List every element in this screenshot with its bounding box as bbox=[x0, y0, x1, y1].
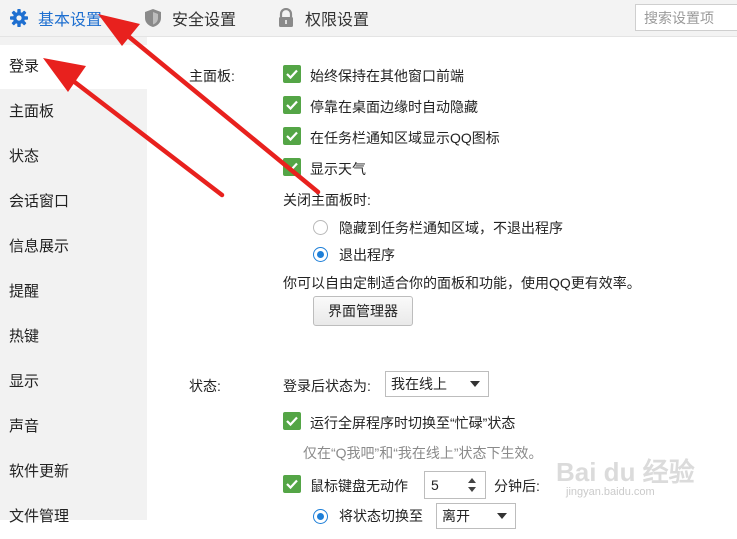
check-icon bbox=[286, 69, 298, 80]
checkbox-idle[interactable] bbox=[283, 475, 301, 493]
top-tab-bar: 基本设置 安全设置 权限设置 bbox=[0, 0, 737, 37]
sidebar-item-hotkeys[interactable]: 热键 bbox=[0, 315, 147, 359]
checkbox-label: 显示天气 bbox=[310, 161, 366, 177]
lock-icon bbox=[275, 7, 297, 29]
tab-label: 基本设置 bbox=[38, 12, 103, 29]
switch-status-select[interactable]: 离开 bbox=[436, 503, 516, 529]
baidu-watermark: Bai du 经验 bbox=[556, 457, 695, 487]
checkbox-show-weather[interactable] bbox=[283, 158, 301, 176]
sidebar: 登录 主面板 状态 会话窗口 信息展示 提醒 热键 显示 声音 软件更新 文件管… bbox=[0, 37, 147, 525]
checkbox-tray-icon[interactable] bbox=[283, 127, 301, 145]
checkbox-label: 始终保持在其他窗口前端 bbox=[310, 68, 464, 84]
baidu-watermark-url: jingyan.baidu.com bbox=[566, 486, 655, 498]
check-icon bbox=[286, 162, 298, 173]
check-icon bbox=[286, 100, 298, 111]
checkbox-auto-hide[interactable] bbox=[283, 96, 301, 114]
checkbox-always-on-top[interactable] bbox=[283, 65, 301, 83]
radio-hide-to-tray[interactable] bbox=[313, 220, 328, 235]
radio-label: 退出程序 bbox=[339, 247, 395, 263]
interface-manager-button[interactable]: 界面管理器 bbox=[313, 296, 413, 326]
sidebar-item-reminder[interactable]: 提醒 bbox=[0, 270, 147, 314]
chevron-down-icon bbox=[497, 513, 507, 519]
sidebar-item-chat-window[interactable]: 会话窗口 bbox=[0, 180, 147, 224]
check-icon bbox=[286, 479, 298, 490]
radio-exit-program[interactable] bbox=[313, 247, 328, 262]
checkbox-label: 鼠标键盘无动作 bbox=[310, 478, 408, 494]
shield-icon bbox=[142, 7, 164, 29]
check-icon bbox=[286, 131, 298, 142]
customize-description: 你可以自由定制适合你的面板和功能，使用QQ更有效率。 bbox=[283, 275, 641, 291]
check-icon bbox=[286, 416, 298, 427]
sidebar-item-file-management[interactable]: 文件管理 bbox=[0, 495, 147, 539]
section-label-status: 状态: bbox=[189, 378, 221, 394]
search-input[interactable] bbox=[635, 4, 737, 31]
idle-minutes-stepper[interactable]: 5 bbox=[424, 471, 486, 499]
radio-switch-status[interactable] bbox=[313, 509, 328, 524]
after-login-status-select[interactable]: 我在线上 bbox=[385, 371, 489, 397]
tab-permission-settings[interactable]: 权限设置 bbox=[275, 0, 369, 36]
select-value: 离开 bbox=[442, 508, 470, 524]
chevron-down-icon[interactable] bbox=[468, 487, 476, 492]
chevron-down-icon bbox=[470, 381, 480, 387]
after-login-status-label: 登录后状态为: bbox=[283, 378, 371, 394]
stepper-value: 5 bbox=[431, 477, 439, 493]
sidebar-item-main-panel[interactable]: 主面板 bbox=[0, 90, 147, 134]
checkbox-label: 运行全屏程序时切换至“忙碌”状态 bbox=[310, 415, 516, 431]
radio-label: 隐藏到任务栏通知区域，不退出程序 bbox=[339, 220, 563, 236]
chevron-up-icon[interactable] bbox=[468, 478, 476, 483]
tab-label: 安全设置 bbox=[172, 12, 237, 29]
sidebar-item-status[interactable]: 状态 bbox=[0, 135, 147, 179]
sidebar-item-info-display[interactable]: 信息展示 bbox=[0, 225, 147, 269]
tab-security-settings[interactable]: 安全设置 bbox=[142, 0, 236, 36]
switch-status-label: 将状态切换至 bbox=[339, 508, 423, 524]
section-label-main-panel: 主面板: bbox=[189, 68, 235, 84]
sidebar-item-display[interactable]: 显示 bbox=[0, 360, 147, 404]
sidebar-item-software-update[interactable]: 软件更新 bbox=[0, 450, 147, 494]
checkbox-fullscreen-busy[interactable] bbox=[283, 412, 301, 430]
close-panel-label: 关闭主面板时: bbox=[283, 192, 371, 208]
sidebar-item-sound[interactable]: 声音 bbox=[0, 405, 147, 449]
fullscreen-hint: 仅在“Q我吧”和“我在线上”状态下生效。 bbox=[303, 445, 543, 461]
tab-label: 权限设置 bbox=[305, 12, 370, 29]
idle-unit-label: 分钟后: bbox=[494, 478, 540, 494]
checkbox-label: 在任务栏通知区域显示QQ图标 bbox=[310, 130, 500, 146]
sidebar-item-login[interactable]: 登录 bbox=[0, 45, 147, 89]
select-value: 我在线上 bbox=[391, 376, 447, 392]
gear-icon bbox=[8, 7, 30, 29]
tab-basic-settings[interactable]: 基本设置 bbox=[8, 0, 102, 36]
checkbox-label: 停靠在桌面边缘时自动隐藏 bbox=[310, 99, 478, 115]
